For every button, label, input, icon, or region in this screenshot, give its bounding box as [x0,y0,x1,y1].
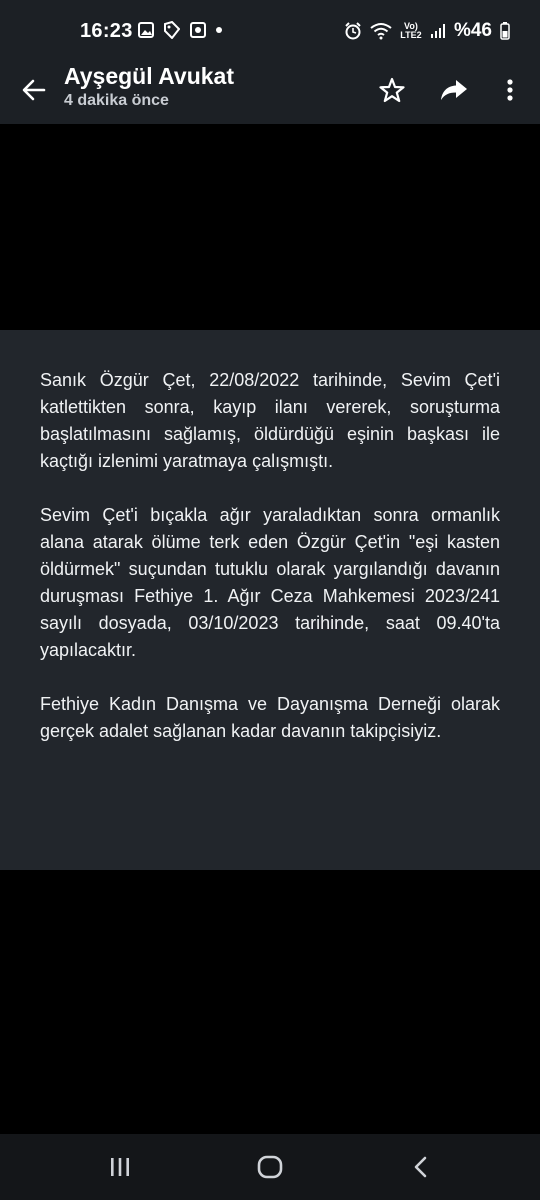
paragraph-2: Sevim Çet'i bıçakla ağır yaraladıktan so… [40,505,500,660]
more-vertical-icon [507,79,513,101]
media-background-bottom [0,870,540,1134]
post-text-card: Sanık Özgür Çet, 22/08/2022 tarihinde, S… [0,330,540,870]
paragraph-1: Sanık Özgür Çet, 22/08/2022 tarihinde, S… [40,370,500,471]
post-timestamp: 4 dakika önce [64,92,169,109]
back-button[interactable] [14,70,54,110]
paragraph-3: Fethiye Kadın Danışma ve Dayanışma Derne… [40,694,500,741]
app-notification-icon [190,22,206,38]
wifi-icon [370,23,392,40]
star-button[interactable] [372,70,412,110]
arrow-left-icon [22,79,46,101]
header: 16:23 Vo) LTE2 %46 Ayşegül Avukat 4 daki… [0,0,540,124]
status-icons-left [138,21,222,39]
tag-icon [164,21,180,39]
title-block: Ayşegül Avukat 4 dakika önce [64,62,234,112]
gallery-icon [138,22,154,38]
status-time: 16:23 [80,20,133,42]
star-outline-icon [379,77,405,103]
system-nav-bar [0,1134,540,1200]
home-button[interactable] [250,1150,290,1184]
more-options-button[interactable] [490,70,530,110]
share-arrow-icon [441,80,467,100]
sender-name: Ayşegül Avukat [64,63,234,89]
app-bar: Ayşegül Avukat 4 dakika önce [0,62,540,124]
recent-apps-button[interactable] [100,1150,140,1184]
network-type-label: Vo) LTE2 [400,21,422,40]
status-icons-right: Vo) LTE2 %46 [344,20,510,42]
status-bar: 16:23 Vo) LTE2 %46 [0,0,540,62]
more-notifications-dot [216,27,222,33]
share-button[interactable] [434,70,474,110]
back-nav-button[interactable] [400,1150,440,1184]
alarm-icon [345,22,361,40]
post-text: Sanık Özgür Çet, 22/08/2022 tarihinde, S… [40,367,500,772]
recent-apps-icon [111,1158,129,1176]
home-icon [257,1155,283,1179]
battery-icon [500,22,510,40]
chevron-left-icon [414,1156,427,1178]
signal-icon [430,24,445,38]
battery-percent: %46 [453,20,492,41]
media-background-top [0,124,540,330]
